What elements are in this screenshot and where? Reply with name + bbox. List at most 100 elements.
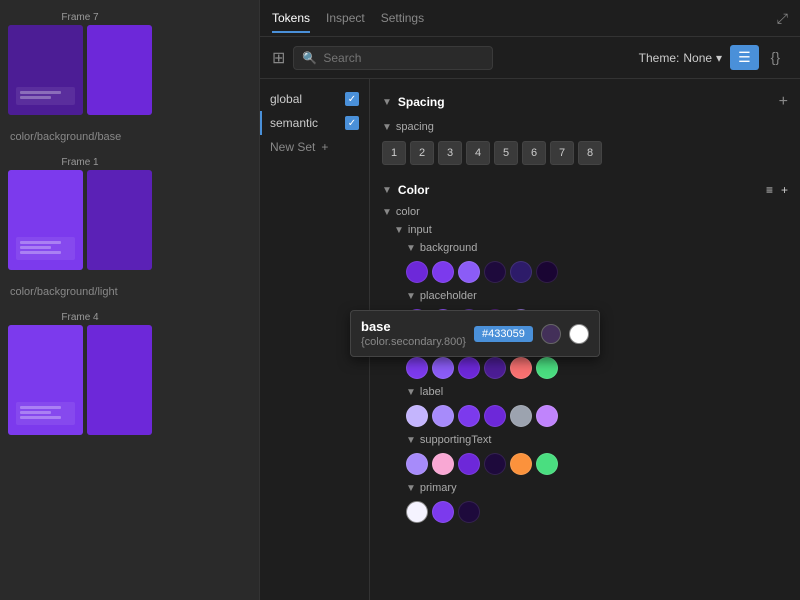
tab-settings[interactable]: Settings [381, 5, 424, 33]
placeholder-group-header[interactable]: ▼ placeholder [406, 287, 788, 305]
background-group-container: ▼ background [394, 239, 788, 527]
bg-swatch-4[interactable] [484, 261, 506, 283]
sidebar-toggle-icon[interactable]: ⊞ [272, 48, 285, 68]
label-arrow: ▼ [406, 387, 416, 398]
set-global-label: global [270, 92, 302, 106]
spacing-token-2[interactable]: 2 [410, 141, 434, 165]
tooltip-swatch-2[interactable] [569, 324, 589, 344]
placeholder-group-label: placeholder [420, 290, 477, 302]
tooltip-swatch-1[interactable] [541, 324, 561, 344]
color-title: ▼ Color [382, 183, 429, 197]
frame-thumb-inner-2 [87, 25, 152, 115]
spacing-token-6[interactable]: 6 [522, 141, 546, 165]
st-swatch-4[interactable] [484, 453, 506, 475]
tooltip-label: base [361, 319, 466, 334]
spacing-token-4[interactable]: 4 [466, 141, 490, 165]
bd-swatch-5[interactable] [510, 357, 532, 379]
lbl-swatch-3[interactable] [458, 405, 480, 427]
st-swatch-6[interactable] [536, 453, 558, 475]
bg-swatch-5[interactable] [510, 261, 532, 283]
lbl-swatch-2[interactable] [432, 405, 454, 427]
supportingtext-swatches [406, 449, 788, 479]
frame-thumb-5[interactable] [8, 325, 83, 435]
spacing-title-text: Spacing [398, 95, 445, 109]
spacing-token-7[interactable]: 7 [550, 141, 574, 165]
json-view-button[interactable]: {} [763, 45, 788, 70]
bg-swatch-2[interactable] [432, 261, 454, 283]
frame-thumb-6[interactable] [87, 325, 152, 435]
primary-arrow: ▼ [406, 483, 416, 494]
spacing-section-header[interactable]: ▼ Spacing + [370, 87, 800, 117]
pr-swatch-1[interactable] [406, 501, 428, 523]
lbl-swatch-1[interactable] [406, 405, 428, 427]
frame-thumb-2[interactable] [87, 25, 152, 115]
tab-bar: Tokens Inspect Settings ⤢ [260, 0, 800, 37]
color-sub-arrow: ▼ [382, 207, 392, 218]
spacing-subsection-header[interactable]: ▼ spacing [382, 117, 788, 137]
theme-selector[interactable]: Theme: None ▾ [639, 51, 722, 65]
expand-icon[interactable]: ⤢ [777, 10, 788, 27]
spacing-sub-arrow: ▼ [382, 122, 392, 133]
placeholder-arrow: ▼ [406, 291, 416, 302]
st-swatch-1[interactable] [406, 453, 428, 475]
pr-swatch-3[interactable] [458, 501, 480, 523]
bg-arrow: ▼ [406, 243, 416, 254]
pr-swatch-2[interactable] [432, 501, 454, 523]
spacing-token-3[interactable]: 3 [438, 141, 462, 165]
toolbar-row: ⊞ 🔍 Theme: None ▾ ☰ {} [260, 37, 800, 79]
frame-thumb-3[interactable] [8, 170, 83, 270]
st-swatch-3[interactable] [458, 453, 480, 475]
bd-swatch-1[interactable] [406, 357, 428, 379]
label-group-header[interactable]: ▼ label [406, 383, 788, 401]
color-arrow-icon: ▼ [382, 185, 392, 196]
bg-swatch-6[interactable] [536, 261, 558, 283]
set-item-global[interactable]: global ✓ [260, 87, 369, 111]
background-group-header[interactable]: ▼ background [406, 239, 788, 257]
lbl-swatch-6[interactable] [536, 405, 558, 427]
bg-swatch-3[interactable] [458, 261, 480, 283]
st-swatch-2[interactable] [432, 453, 454, 475]
bd-swatch-6[interactable] [536, 357, 558, 379]
line-3a [20, 241, 61, 244]
tab-tokens[interactable]: Tokens [272, 5, 310, 33]
bg-swatch-1[interactable] [406, 261, 428, 283]
list-view-button[interactable]: ☰ [730, 45, 759, 70]
bd-swatch-3[interactable] [458, 357, 480, 379]
frame-thumb-4[interactable] [87, 170, 152, 270]
supportingtext-group-header[interactable]: ▼ supportingText [406, 431, 788, 449]
new-set-row[interactable]: New Set + [260, 135, 369, 159]
color-add-button[interactable]: + [781, 183, 788, 197]
canvas-label-2: color/background/light [8, 282, 251, 300]
label-group-label: label [420, 386, 443, 398]
spacing-token-5[interactable]: 5 [494, 141, 518, 165]
set-item-semantic[interactable]: semantic ✓ [260, 111, 369, 135]
set-global-checkbox[interactable]: ✓ [345, 92, 359, 106]
frame-thumb-1[interactable] [8, 25, 83, 115]
bd-swatch-2[interactable] [432, 357, 454, 379]
color-group-header[interactable]: ▼ color [382, 203, 788, 221]
frame-thumb-inner-1 [8, 25, 83, 115]
spacing-token-8[interactable]: 8 [578, 141, 602, 165]
set-semantic-checkbox[interactable]: ✓ [345, 116, 359, 130]
spacing-title: ▼ Spacing [382, 95, 445, 109]
spacing-add-button[interactable]: + [779, 93, 788, 111]
st-swatch-5[interactable] [510, 453, 532, 475]
spacing-subsection: ▼ spacing 1 2 3 4 5 6 7 8 [370, 117, 800, 173]
lbl-swatch-5[interactable] [510, 405, 532, 427]
input-group-header[interactable]: ▼ input [394, 221, 788, 239]
primary-group-header[interactable]: ▼ primary [406, 479, 788, 497]
search-input[interactable] [323, 51, 484, 65]
tooltip-hash-button[interactable]: #433059 [474, 326, 533, 342]
color-list-icon[interactable]: ≡ [766, 183, 773, 197]
tooltip: base {color.secondary.800} #433059 [350, 310, 600, 357]
supportingtext-group-label: supportingText [420, 434, 492, 446]
spacing-arrow-icon: ▼ [382, 97, 392, 108]
color-section-header[interactable]: ▼ Color ≡ + [370, 177, 800, 203]
spacing-tokens-row: 1 2 3 4 5 6 7 8 [382, 137, 788, 173]
bd-swatch-4[interactable] [484, 357, 506, 379]
theme-chevron-icon: ▾ [716, 51, 722, 65]
spacing-token-1[interactable]: 1 [382, 141, 406, 165]
lbl-swatch-4[interactable] [484, 405, 506, 427]
tab-inspect[interactable]: Inspect [326, 5, 365, 33]
new-set-add-icon[interactable]: + [321, 140, 328, 154]
